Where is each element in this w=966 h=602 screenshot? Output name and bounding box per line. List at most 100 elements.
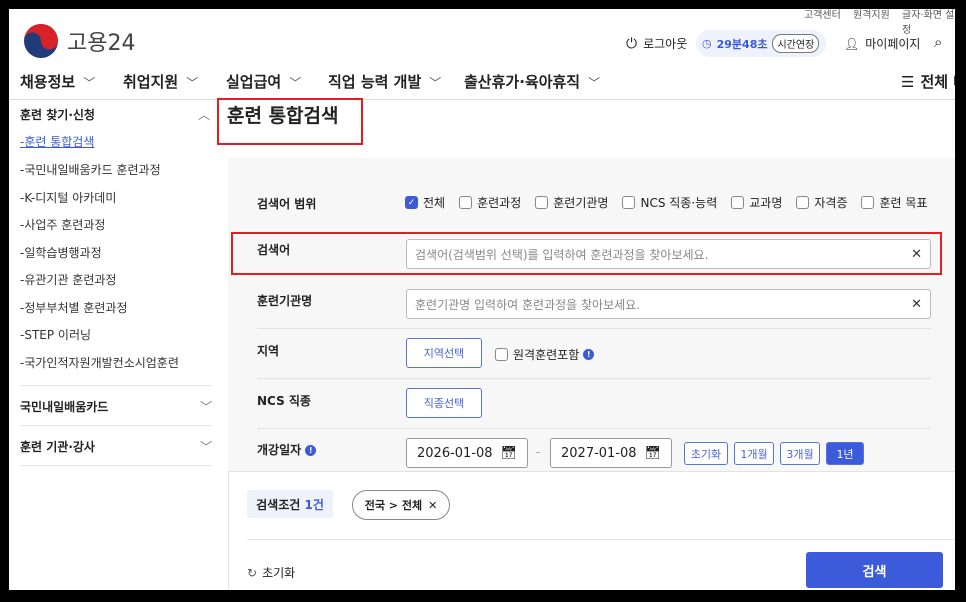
period-1year-button[interactable]: 1년 <box>826 442 864 465</box>
mypage-label: 마이페이지 <box>865 37 921 51</box>
calendar-icon[interactable]: 📅︎ <box>644 446 661 461</box>
check-icon: ✓ <box>405 196 418 209</box>
checkbox-label: 자격증 <box>814 196 848 210</box>
nav-employment-support[interactable]: 취업지원 ﹀ <box>123 71 198 92</box>
calendar-icon[interactable]: 📅︎ <box>500 446 517 461</box>
header-divider <box>9 99 955 100</box>
period-1month-button[interactable]: 1개월 <box>734 442 774 465</box>
sidebar-section-institution[interactable]: 훈련 기관·강사 ﹀ <box>20 438 212 455</box>
sidebar-item[interactable]: -사업주 훈련과정 <box>20 216 105 233</box>
section-label: 훈련 기관·강사 <box>20 440 95 454</box>
row-divider <box>257 378 931 379</box>
sidebar-item[interactable]: -일학습병행과정 <box>20 244 102 261</box>
sidebar-section-card[interactable]: 국민내일배움카드 ﹀ <box>20 398 212 415</box>
checkbox-box <box>861 196 875 209</box>
nav-vocational[interactable]: 직업 능력 개발 ﹀ <box>328 71 441 92</box>
clear-icon[interactable]: ✕ <box>911 247 922 262</box>
scope-subject-checkbox[interactable]: 교과명 <box>731 194 782 211</box>
remove-tag-icon[interactable]: ✕ <box>428 499 437 512</box>
sidebar-item[interactable]: -국민내일배움카드 훈련과정 <box>20 161 161 178</box>
institution-label: 훈련기관명 <box>257 294 313 308</box>
remote-include-checkbox[interactable]: 원격훈련포함! <box>495 346 595 363</box>
checkbox-label: 훈련기관명 <box>553 196 609 210</box>
chevron-down-icon: ﹀ <box>429 76 442 90</box>
info-icon[interactable]: ! <box>583 349 595 360</box>
extend-session-button[interactable]: 시간연장 <box>772 34 820 53</box>
refresh-icon: ↻ <box>247 565 258 580</box>
sidebar-divider <box>20 425 212 426</box>
chevron-down-icon: ﹀ <box>289 76 302 90</box>
reset-button[interactable]: ↻ 초기화 <box>247 564 295 581</box>
keyword-input[interactable]: 검색어(검색범위 선택)를 입력하여 훈련과정을 찾아보세요. ✕ <box>406 239 931 269</box>
clear-icon[interactable]: ✕ <box>911 297 922 312</box>
search-icon[interactable]: ⌕ <box>934 33 942 51</box>
checkbox-box <box>796 196 810 209</box>
sidebar-item[interactable]: -국가인적자원개발컨소시엄훈련 <box>20 354 179 371</box>
nav-label: 실업급여 <box>226 73 282 91</box>
scope-ncs-checkbox[interactable]: NCS 직종·능력 <box>622 194 717 211</box>
scope-institution-checkbox[interactable]: 훈련기관명 <box>535 194 608 211</box>
period-3month-button[interactable]: 3개월 <box>780 442 820 465</box>
sidebar-item[interactable]: -훈련 통합검색 <box>20 133 94 150</box>
page-title: 훈련 통합검색 <box>227 105 339 127</box>
condition-tag[interactable]: 전국 > 전체 ✕ <box>352 490 450 520</box>
sidebar-divider <box>20 385 212 386</box>
lock-icon: ⏻ <box>626 35 638 52</box>
checkbox-box <box>495 348 508 361</box>
scope-all-checkbox[interactable]: ✓ 전체 <box>405 194 445 211</box>
search-button[interactable]: 검색 <box>806 552 943 588</box>
logo-text: 고용24 <box>67 31 136 56</box>
util-display-settings[interactable]: 글자·화면 설정 <box>902 9 955 36</box>
date-to-input[interactable]: 2027-01-08 📅︎ <box>550 438 672 468</box>
clock-icon: ◷ <box>702 37 712 50</box>
logo[interactable]: 고용24 <box>23 23 135 59</box>
sidebar-item[interactable]: -정부부처별 훈련과정 <box>20 299 128 316</box>
nav-jobs[interactable]: 채용정보 ﹀ <box>20 71 95 92</box>
util-remote-support[interactable]: 원격지원 <box>853 9 890 21</box>
chevron-down-icon: ﹀ <box>83 76 96 90</box>
scope-options: ✓ 전체 훈련과정 훈련기관명 NCS 직종·능력 교과명 자격증 훈련 목표 <box>405 194 941 211</box>
nav-unemployment[interactable]: 실업급여 ﹀ <box>226 71 301 92</box>
mypage-button[interactable]: 👤︎ 마이페이지 <box>844 35 920 52</box>
date-value: 2026-01-08 <box>417 445 493 461</box>
date-from-input[interactable]: 2026-01-08 📅︎ <box>406 438 528 468</box>
ncs-label: NCS 직종 <box>257 394 311 408</box>
scope-course-checkbox[interactable]: 훈련과정 <box>459 194 521 211</box>
nav-parental-leave[interactable]: 출산휴가·육아휴직 ﹀ <box>464 71 600 92</box>
util-customer-center[interactable]: 고객센터 <box>804 9 841 21</box>
nav-label: 출산휴가·육아휴직 <box>464 73 581 91</box>
institution-input[interactable]: 훈련기관명 입력하여 훈련과정을 찾아보세요. ✕ <box>406 289 931 319</box>
taegeuk-logo-icon <box>24 24 58 58</box>
region-label: 지역 <box>257 344 280 358</box>
sidebar-section-training-search[interactable]: 훈련 찾기·신청 ︿ <box>20 106 210 123</box>
sidebar-divider <box>20 465 212 466</box>
scope-goal-checkbox[interactable]: 훈련 목표 <box>861 194 927 211</box>
conditions-label: 검색조건 <box>256 497 301 512</box>
conditions-count: 1건 <box>304 497 324 512</box>
period-reset-button[interactable]: 초기화 <box>684 442 728 465</box>
sidebar-item[interactable]: -K-디지털 아카데미 <box>20 189 116 206</box>
all-menu-button[interactable]: ☰ 전체 메뉴 <box>901 71 955 92</box>
sidebar-item[interactable]: -STEP 이러닝 <box>20 326 91 343</box>
row-divider <box>257 328 931 329</box>
reset-label: 초기화 <box>262 566 296 580</box>
info-icon[interactable]: ! <box>305 445 317 456</box>
conditions-count-chip: 검색조건 1건 <box>247 490 333 518</box>
scope-certificate-checkbox[interactable]: 자격증 <box>796 194 847 211</box>
checkbox-box <box>731 196 745 209</box>
logout-button[interactable]: ⏻ 로그아웃 <box>626 35 687 52</box>
chevron-down-icon: ﹀ <box>199 440 212 454</box>
sidebar-item[interactable]: -유관기관 훈련과정 <box>20 271 116 288</box>
date-value: 2027-01-08 <box>561 445 637 461</box>
section-label: 국민내일배움카드 <box>20 400 109 414</box>
all-menu-label: 전체 메뉴 <box>920 73 955 91</box>
checkbox-label: 훈련과정 <box>477 196 522 210</box>
ncs-select-button[interactable]: 직종선택 <box>406 388 482 418</box>
region-select-button[interactable]: 지역선택 <box>406 338 482 368</box>
checkbox-label: 훈련 목표 <box>879 196 928 210</box>
chevron-down-icon: ﹀ <box>186 76 199 90</box>
chevron-up-icon: ︿ <box>197 108 210 122</box>
keyword-label: 검색어 <box>257 243 291 257</box>
checkbox-label: 원격훈련포함 <box>513 348 580 362</box>
checkbox-label: NCS 직종·능력 <box>640 196 718 210</box>
